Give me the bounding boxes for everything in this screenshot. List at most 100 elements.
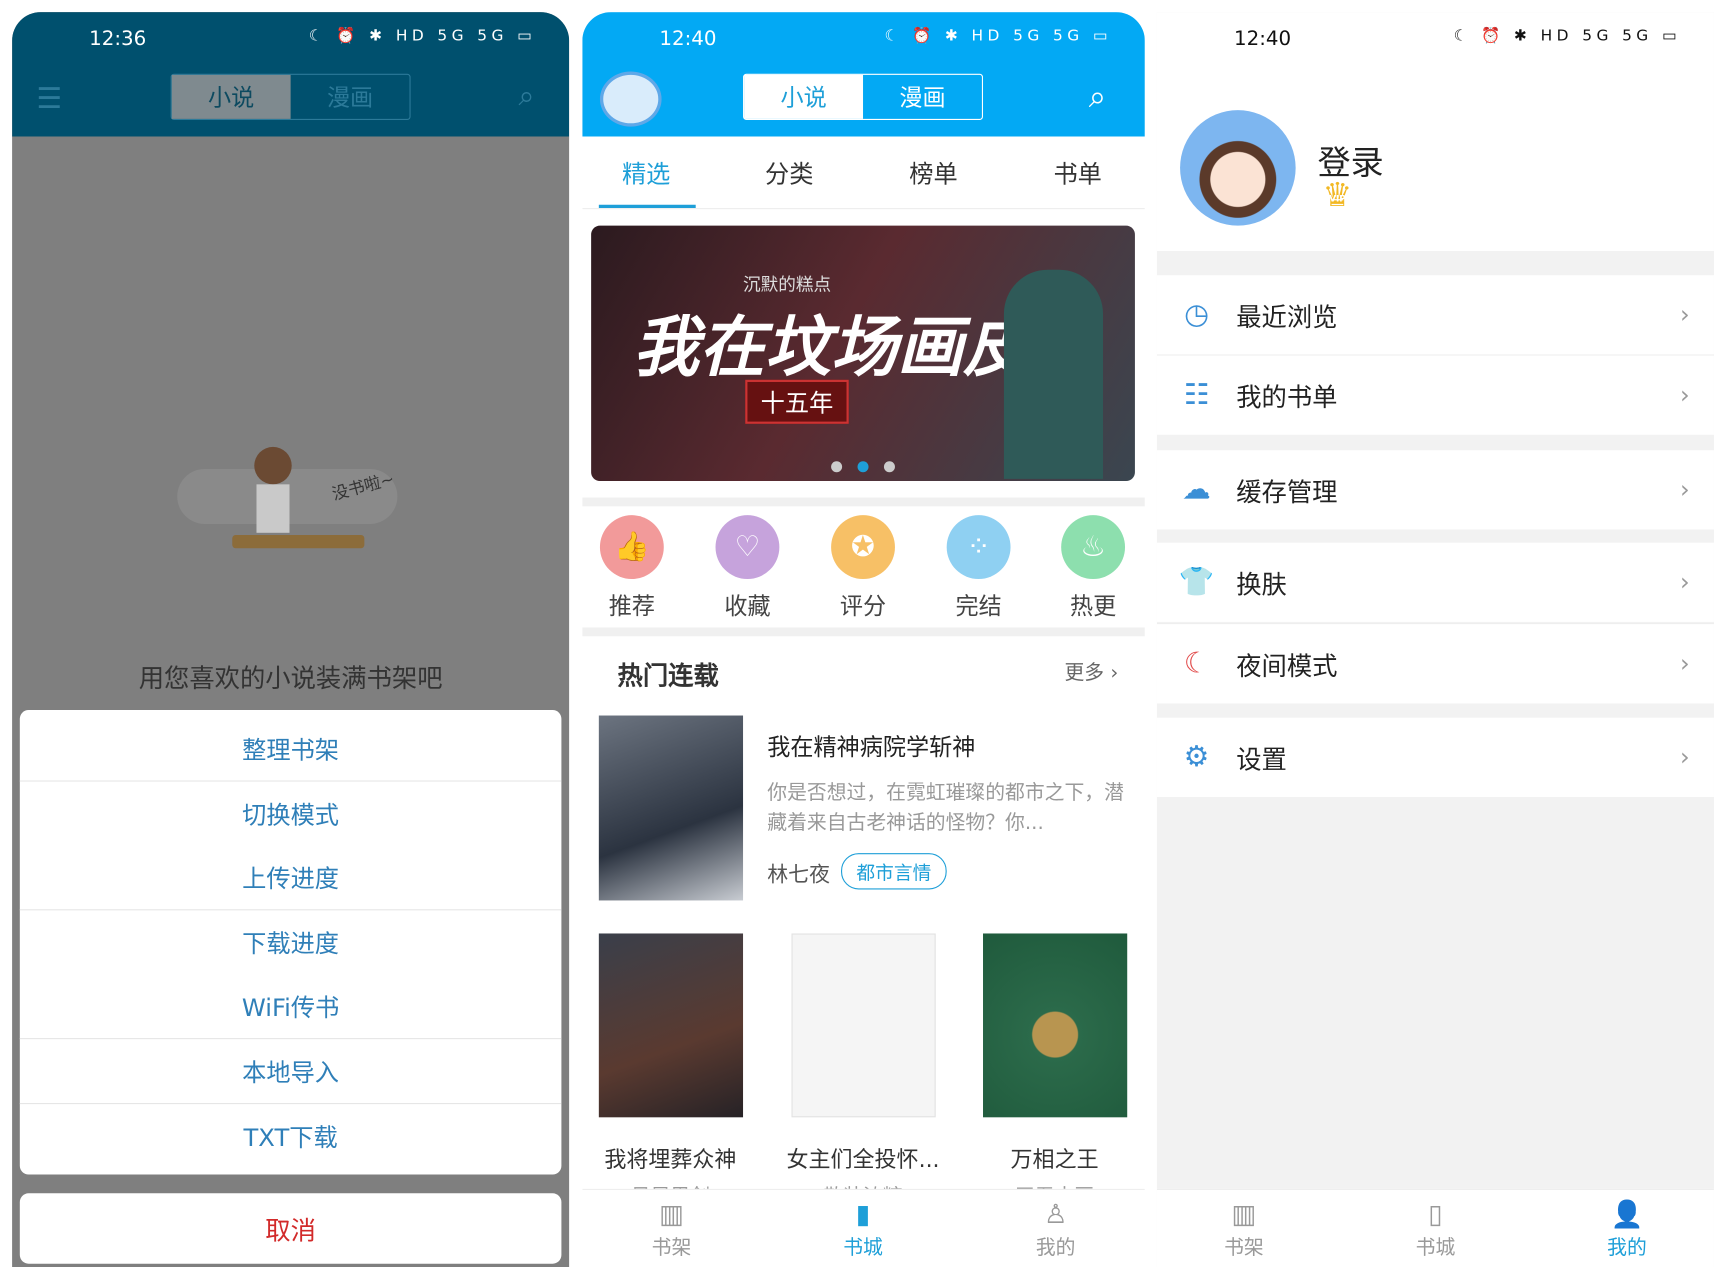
banner-dot-active[interactable] [857, 461, 869, 473]
bookstore-screen: 12:40 ☾ ⏰ ✱ HD 5G 5G ▭ 小说 漫画 ⌕ 精选 分类 榜单 … [582, 12, 1145, 1268]
status-icons: ☾ ⏰ ✱ HD 5G 5G ▭ [308, 27, 537, 46]
status-icons: ☾ ⏰ ✱ HD 5G 5G ▭ [1453, 27, 1681, 46]
sheet-item-upload[interactable]: 上传进度 [20, 845, 562, 909]
gear-icon: ⚙ [1183, 740, 1210, 774]
menu-label: 最近浏览 [1236, 303, 1338, 333]
section-title: 热门连载 [617, 662, 719, 692]
nav-label: 书城 [843, 1236, 883, 1260]
featured-title[interactable]: 我在精神病院学斩神 [767, 730, 975, 763]
book-title[interactable]: 我将埋葬众神 [582, 1142, 758, 1174]
chevron-right-icon: › [1680, 568, 1690, 597]
flame-icon[interactable]: ♨ [1061, 515, 1126, 580]
sheet-item-wifi[interactable]: WiFi传书 [20, 974, 562, 1038]
quick-favorite[interactable]: 收藏 [703, 589, 791, 622]
nav-bookstore[interactable]: ▮ 书城 [808, 1197, 918, 1261]
bookshelf-screen: 12:36 ☾ ⏰ ✱ HD 5G 5G ▭ ☰ 小说 漫画 ⌕ 没书啦~ 用您… [12, 12, 570, 1268]
nav-mine[interactable]: ♙ 我的 [1001, 1197, 1111, 1261]
nav-bookshelf[interactable]: ▥ 书架 [616, 1197, 726, 1261]
status-bar: 12:40 ☾ ⏰ ✱ HD 5G 5G ▭ [582, 12, 1145, 63]
nav-mine[interactable]: 👤 我的 [1572, 1197, 1682, 1261]
menu-label: 我的书单 [1236, 384, 1338, 413]
featured-desc: 你是否想过，在霓虹璀璨的都市之下，潜藏着来自古老神话的怪物？你... [767, 781, 1124, 835]
banner-dot[interactable] [831, 461, 843, 473]
grid-icon[interactable]: ⁘ [946, 515, 1011, 580]
empty-illustration: 没书啦~ [155, 436, 419, 568]
nav-label: 我的 [1035, 1236, 1076, 1260]
banner-dot[interactable] [883, 461, 895, 473]
genre-tag[interactable]: 都市言情 [841, 853, 947, 890]
mine-screen: 12:40 ☾ ⏰ ✱ HD 5G 5G ▭ 登录 ♛ VIP ◷ 最近浏览 › ☷… [1156, 12, 1714, 1268]
menu-settings[interactable]: ⚙ 设置 › [1156, 717, 1714, 797]
segment-control: 小说 漫画 [170, 73, 411, 120]
chevron-right-icon: › [1680, 476, 1690, 504]
bottom-nav: ▥ 书架 ▮ 书城 ♙ 我的 [582, 1188, 1145, 1268]
status-time: 12:40 [659, 27, 717, 51]
chevron-right-icon: › [1680, 301, 1690, 329]
menu-icon[interactable]: ☰ [36, 83, 62, 116]
banner-title: 我在坟场画皮 [632, 309, 1030, 387]
sheet-item-organize[interactable]: 整理书架 [20, 717, 562, 781]
book-cover[interactable] [983, 933, 1128, 1118]
status-bar: 12:40 ☾ ⏰ ✱ HD 5G 5G ▭ [1157, 12, 1714, 63]
quick-hot[interactable]: 热更 [1049, 589, 1137, 622]
sheet-item-download[interactable]: 下载进度 [20, 910, 562, 974]
quick-recommend[interactable]: 推荐 [588, 589, 676, 622]
menu-booklist[interactable]: ☷ 我的书单 › [1156, 355, 1714, 435]
search-icon[interactable]: ⌕ [518, 80, 534, 114]
nav-label: 我的 [1607, 1236, 1647, 1260]
nav-label: 书架 [651, 1236, 692, 1260]
cancel-button[interactable]: 取消 [19, 1193, 562, 1264]
more-link[interactable]: 更多 › [1064, 657, 1118, 686]
tab-booklist[interactable]: 书单 [1053, 155, 1101, 190]
book-title[interactable]: 女主们全投怀... [775, 1142, 951, 1174]
nav-label: 书城 [1415, 1236, 1456, 1260]
segment-comic[interactable]: 漫画 [291, 75, 410, 119]
tab-ranking[interactable]: 榜单 [909, 155, 957, 190]
action-sheet: 整理书架 切换模式 上传进度 下载进度 WiFi传书 本地导入 TXT下载 [19, 710, 562, 1175]
header: 12:40 ☾ ⏰ ✱ HD 5G 5G ▭ 小说 漫画 ⌕ [582, 12, 1145, 137]
menu-label: 换肤 [1236, 571, 1287, 600]
status-time: 12:36 [89, 27, 147, 51]
tab-category[interactable]: 分类 [765, 155, 813, 190]
book-icon: ▮ [855, 1198, 871, 1230]
menu-recent[interactable]: ◷ 最近浏览 › [1156, 275, 1714, 355]
chevron-right-icon: › [1680, 650, 1690, 678]
quick-rating[interactable]: 评分 [819, 589, 907, 622]
segment-comic[interactable]: 漫画 [863, 75, 982, 119]
book-cover[interactable] [598, 933, 744, 1118]
segment-novel[interactable]: 小说 [171, 74, 291, 119]
avatar[interactable] [599, 71, 662, 127]
quick-finished[interactable]: 完结 [935, 589, 1023, 622]
tab-featured[interactable]: 精选 [622, 155, 670, 190]
nav-bookshelf[interactable]: ▥ 书架 [1189, 1197, 1299, 1261]
menu-label: 夜间模式 [1236, 652, 1338, 682]
thumb-up-icon[interactable]: 👍 [599, 515, 664, 580]
heart-icon[interactable]: ♡ [715, 515, 780, 580]
shirt-icon: 👕 [1178, 565, 1215, 599]
banner-subtitle: 沉默的糕点 [743, 274, 832, 296]
segment-control: 小说 漫画 [743, 73, 984, 120]
bookshelf-icon: ▥ [659, 1198, 684, 1230]
banner[interactable]: 沉默的糕点 我在坟场画皮 十五年 [591, 225, 1135, 482]
nav-bookstore[interactable]: ▯ 书城 [1380, 1197, 1490, 1261]
featured-cover[interactable] [598, 715, 744, 901]
vip-label: VIP [1329, 193, 1346, 204]
segment-novel[interactable]: 小说 [744, 74, 864, 119]
sheet-item-switch-mode[interactable]: 切换模式 [20, 782, 562, 846]
menu-night-mode[interactable]: ☾ 夜间模式 › [1156, 624, 1714, 704]
sheet-item-txt-download[interactable]: TXT下载 [20, 1104, 562, 1168]
clock-icon: ◷ [1184, 298, 1210, 332]
sheet-item-local-import[interactable]: 本地导入 [20, 1039, 562, 1103]
book-icon: ▯ [1428, 1198, 1443, 1230]
avatar[interactable] [1180, 110, 1296, 226]
moon-icon: ☾ [1183, 647, 1210, 681]
chevron-right-icon: › [1680, 743, 1690, 772]
book-cover-placeholder[interactable] [791, 933, 936, 1118]
search-icon[interactable]: ⌕ [1089, 78, 1106, 115]
more-label: 更多 [1064, 661, 1105, 685]
medal-icon[interactable]: ✪ [831, 515, 895, 580]
header: 12:36 ☾ ⏰ ✱ HD 5G 5G ▭ ☰ 小说 漫画 ⌕ [12, 12, 570, 137]
menu-cache[interactable]: ☁ 缓存管理 › [1156, 450, 1714, 530]
book-title[interactable]: 万相之王 [967, 1142, 1143, 1174]
menu-skin[interactable]: 👕 换肤 › [1156, 542, 1714, 622]
